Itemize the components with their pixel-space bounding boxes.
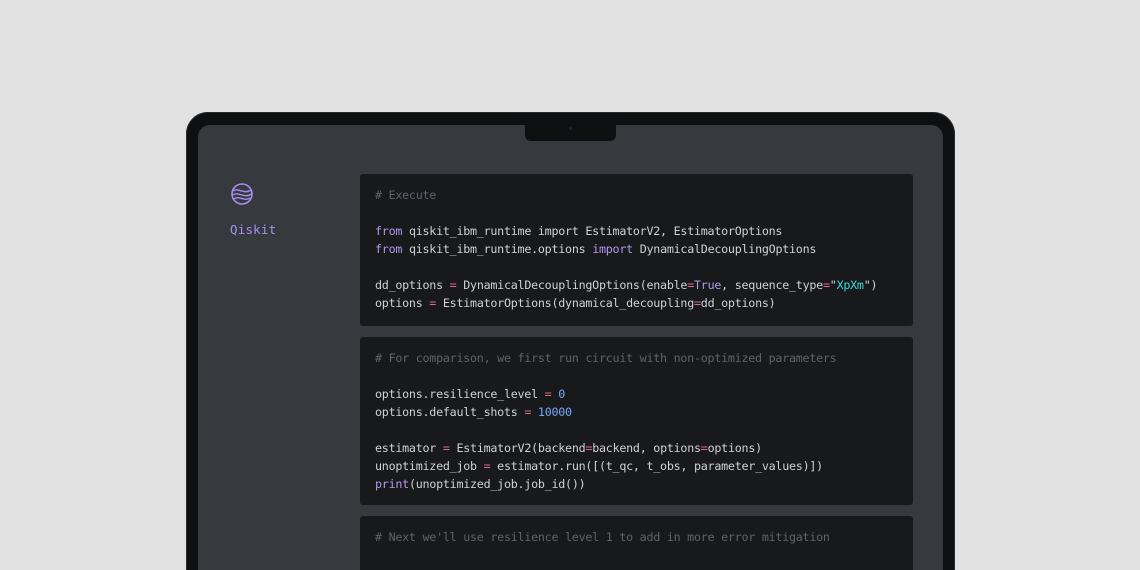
code-line: from qiskit_ibm_runtime import Estimator… — [375, 222, 898, 240]
code-cell[interactable]: # For comparison, we first run circuit w… — [360, 337, 913, 505]
code-token: from — [375, 224, 403, 238]
code-token: qiskit_ibm_runtime.options — [402, 242, 593, 256]
code-token: EstimatorV2(backend — [449, 441, 586, 455]
code-token: EstimatorOptions(dynamical_decoupling — [436, 296, 694, 310]
code-token: import — [592, 242, 633, 256]
code-token: from — [375, 242, 403, 256]
code-token: " — [829, 278, 837, 292]
code-token: 0 — [558, 387, 566, 401]
code-line: print(unoptimized_job.job_id()) — [375, 475, 898, 493]
code-line: # Next we'll use resilience level 1 to a… — [375, 528, 898, 546]
code-line: options = EstimatorOptions(dynamical_dec… — [375, 294, 898, 312]
code-token: 10000 — [537, 405, 572, 419]
code-cell[interactable]: # Next we'll use resilience level 1 to a… — [360, 516, 913, 570]
code-token: = — [693, 296, 701, 310]
code-line: from qiskit_ibm_runtime.options import D… — [375, 240, 898, 258]
qiskit-logo-icon[interactable] — [230, 182, 254, 206]
code-token: backend, options — [592, 441, 701, 455]
code-token: options) — [707, 441, 763, 455]
code-comment: # Next we'll use resilience level 1 to a… — [375, 530, 830, 544]
code-token: options.default_shots — [375, 405, 525, 419]
code-line: # For comparison, we first run circuit w… — [375, 349, 898, 367]
code-block: # Next we'll use resilience level 1 to a… — [375, 528, 898, 546]
code-line: options.resilience_level = 0 — [375, 385, 898, 403]
code-token: = — [442, 441, 450, 455]
code-token: DynamicalDecouplingOptions — [632, 242, 817, 256]
code-comment: # For comparison, we first run circuit w… — [375, 351, 837, 365]
brand-label[interactable]: Qiskit — [230, 222, 276, 237]
code-token: dd_options) — [700, 296, 776, 310]
code-block: # Execute from qiskit_ibm_runtime import… — [375, 186, 898, 312]
code-token: print — [375, 477, 409, 491]
code-token: estimator.run([(t_qc, t_obs, parameter_v… — [490, 459, 823, 473]
code-token: qiskit_ibm_runtime import EstimatorV2, E… — [402, 224, 783, 238]
code-token: unoptimized_job — [375, 459, 484, 473]
code-line: dd_options = DynamicalDecouplingOptions(… — [375, 276, 898, 294]
code-cell[interactable]: # Execute from qiskit_ibm_runtime import… — [360, 174, 913, 326]
code-line: # Execute — [375, 186, 898, 204]
code-token: = — [822, 278, 830, 292]
code-token: True — [694, 278, 722, 292]
code-token: ") — [863, 278, 878, 292]
code-line: options.default_shots = 10000 — [375, 403, 898, 421]
camera-icon — [569, 127, 572, 130]
code-token: options.resilience_level — [375, 387, 545, 401]
code-token: = — [700, 441, 708, 455]
code-token: (unoptimized_job.job_id()) — [408, 477, 586, 491]
code-block: # For comparison, we first run circuit w… — [375, 349, 898, 493]
code-token: dd_options — [375, 278, 450, 292]
code-comment: # Execute — [375, 188, 437, 202]
code-line: unoptimized_job = estimator.run([(t_qc, … — [375, 457, 898, 475]
code-token: , sequence_type — [721, 278, 823, 292]
code-token: estimator — [375, 441, 443, 455]
code-token: DynamicalDecouplingOptions(enable — [456, 278, 688, 292]
code-line: estimator = EstimatorV2(backend=backend,… — [375, 439, 898, 457]
code-token: XpXm — [836, 278, 864, 292]
code-token: options — [375, 296, 430, 310]
code-token: = — [687, 278, 694, 292]
